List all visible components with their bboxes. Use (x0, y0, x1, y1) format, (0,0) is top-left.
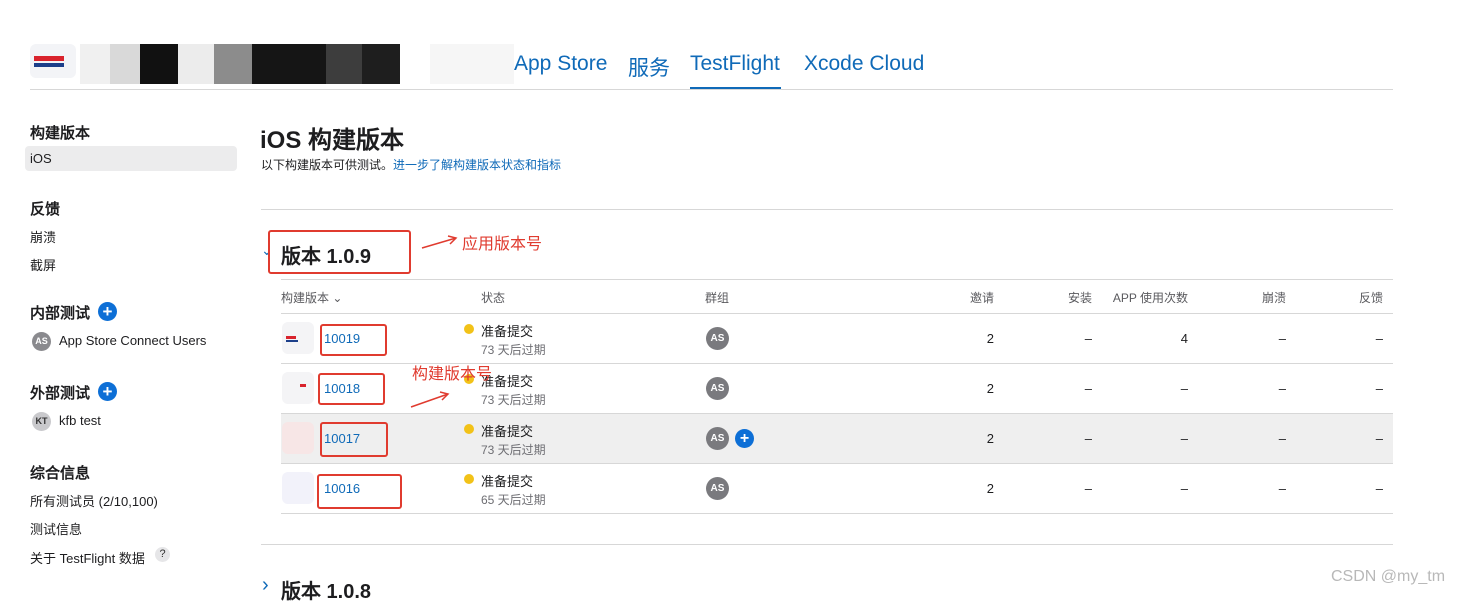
installs-value: – (1084, 431, 1092, 446)
sidebar-heading-external-testing: 外部测试 (30, 385, 91, 402)
section-divider (261, 544, 1393, 545)
expiry-label: 73 天后过期 (481, 393, 546, 407)
sidebar-item-all-testers[interactable]: 所有测试员 (2/10,100) (30, 491, 158, 510)
crashes-value: – (1278, 331, 1286, 346)
chevron-right-icon[interactable]: › (262, 575, 269, 595)
build-thumbnail (282, 322, 314, 354)
group-avatar[interactable]: AS (706, 377, 729, 400)
page-subtitle: 以下构建版本可供测试。进一步了解构建版本状态和指标 (261, 156, 561, 173)
learn-more-link[interactable]: 进一步了解构建版本状态和指标 (393, 158, 561, 172)
status-label: 准备提交 (481, 324, 534, 339)
group-avatar-kt: KT (32, 412, 51, 431)
expiry-label: 73 天后过期 (481, 443, 546, 457)
add-external-group-button[interactable]: + (98, 382, 117, 401)
installs-value: – (1084, 481, 1092, 496)
annotation-box-build (318, 373, 385, 405)
feedback-value: – (1375, 431, 1383, 446)
app-uses-value: 4 (1180, 331, 1188, 346)
status-label: 准备提交 (481, 474, 534, 489)
group-avatar-as: AS (32, 332, 51, 351)
annotation-label-build: 构建版本号 (412, 366, 493, 383)
sidebar-item-ios[interactable]: iOS (30, 151, 52, 166)
sidebar-heading-builds: 构建版本 (30, 125, 91, 142)
sidebar-item-about-testflight-data[interactable]: 关于 TestFlight 数据 (30, 548, 145, 567)
column-header-feedback: 反馈 (1358, 291, 1383, 305)
status-dot-icon (464, 474, 474, 484)
column-header-invites: 邀请 (969, 291, 994, 305)
build-thumbnail (282, 422, 314, 454)
annotation-arrow-build (410, 391, 450, 408)
subtitle-text: 以下构建版本可供测试。 (261, 158, 394, 172)
sidebar-heading-internal-testing: 内部测试 (30, 305, 91, 322)
annotation-box-build (317, 474, 402, 509)
sidebar-item-crashes[interactable]: 崩溃 (30, 227, 56, 246)
invites-value: 2 (986, 381, 994, 396)
page-title: iOS 构建版本 (260, 127, 405, 154)
add-internal-group-button[interactable]: + (98, 302, 117, 321)
sort-chevron-icon[interactable]: ⌄ (332, 291, 342, 305)
help-icon[interactable]: ? (155, 547, 170, 562)
tab-testflight[interactable]: TestFlight (690, 52, 780, 76)
annotation-label-version: 应用版本号 (462, 236, 543, 253)
column-header-groups: 群组 (705, 291, 730, 305)
expiry-label: 65 天后过期 (481, 493, 546, 507)
build-thumbnail (282, 372, 314, 404)
sidebar-item-test-info[interactable]: 测试信息 (30, 519, 82, 538)
app-uses-value: – (1180, 431, 1188, 446)
status-dot-icon (464, 324, 474, 334)
group-avatar[interactable]: AS (706, 427, 729, 450)
crashes-value: – (1278, 431, 1286, 446)
status-label: 准备提交 (481, 424, 534, 439)
feedback-value: – (1375, 481, 1383, 496)
sidebar-item-kfb-test[interactable]: kfb test (59, 413, 101, 428)
installs-value: – (1084, 331, 1092, 346)
sidebar-item-app-store-connect-users[interactable]: App Store Connect Users (59, 333, 206, 348)
group-avatar[interactable]: AS (706, 477, 729, 500)
add-group-button[interactable]: + (735, 429, 754, 448)
version-heading-1-0-8[interactable]: 版本 1.0.8 (281, 575, 371, 604)
tab-app-store[interactable]: App Store (514, 52, 607, 76)
feedback-value: – (1375, 331, 1383, 346)
invites-value: 2 (986, 331, 994, 346)
column-header-app-uses: APP 使用次数 (1112, 291, 1188, 305)
group-avatar[interactable]: AS (706, 327, 729, 350)
feedback-value: – (1375, 381, 1383, 396)
annotation-box-version (268, 230, 411, 274)
installs-value: – (1084, 381, 1092, 396)
sidebar-selected-highlight (25, 146, 237, 171)
column-header-status: 状态 (481, 291, 506, 305)
crashes-value: – (1278, 481, 1286, 496)
column-header-installs: 安装 (1067, 291, 1092, 305)
table-top-divider (281, 279, 1393, 280)
section-divider (261, 209, 1393, 210)
watermark: CSDN @my_tm (1331, 568, 1446, 585)
annotation-box-build (320, 324, 387, 356)
crashes-value: – (1278, 381, 1286, 396)
tab-services[interactable]: 服务 (628, 52, 670, 82)
app-icon (30, 44, 76, 78)
build-thumbnail (282, 472, 314, 504)
sidebar-heading-feedback: 反馈 (30, 201, 61, 218)
column-header-build[interactable]: 构建版本 ⌄ (281, 289, 342, 306)
sidebar-item-screenshots[interactable]: 截屏 (30, 255, 56, 274)
app-uses-value: – (1180, 481, 1188, 496)
expiry-label: 73 天后过期 (481, 343, 546, 357)
invites-value: 2 (986, 431, 994, 446)
annotation-box-build (320, 422, 388, 457)
column-header-crashes: 崩溃 (1261, 291, 1286, 305)
header-divider (30, 89, 1393, 90)
sidebar-heading-general-info: 综合信息 (30, 465, 91, 482)
tab-xcode-cloud[interactable]: Xcode Cloud (804, 52, 924, 76)
status-dot-icon (464, 424, 474, 434)
column-header-build-label: 构建版本 (281, 291, 330, 305)
row-divider (281, 463, 1393, 464)
annotation-arrow-version (421, 235, 458, 249)
app-uses-value: – (1180, 381, 1188, 396)
invites-value: 2 (986, 481, 994, 496)
row-divider (281, 513, 1393, 514)
